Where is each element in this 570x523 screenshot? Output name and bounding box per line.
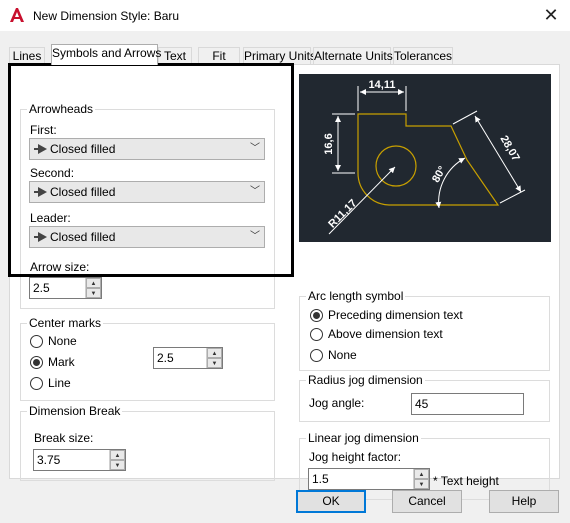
center-mark-size-value: 2.5 — [157, 351, 174, 365]
leader-label: Leader: — [30, 211, 71, 225]
dim-top-text: 14,11 — [369, 79, 396, 91]
radio-checked-icon — [310, 308, 323, 322]
arrow-size-value: 2.5 — [33, 281, 50, 295]
chevron-down-icon: ﹀ — [250, 143, 260, 154]
spin-up-icon[interactable]: ▲ — [86, 278, 101, 288]
first-label: First: — [30, 123, 57, 137]
second-arrowhead-select[interactable]: Closed filled ﹀ — [29, 181, 265, 203]
tab-alternate-units[interactable]: Alternate Units — [313, 47, 393, 65]
dimension-preview: 14,11 16,6 28,07 80° R11,17 — [299, 74, 551, 242]
tab-symbols-and-arrows[interactable]: Symbols and Arrows — [51, 44, 161, 65]
title-bar: New Dimension Style: Baru ✕ — [0, 0, 570, 31]
leader-arrowhead-select[interactable]: Closed filled ﹀ — [29, 226, 265, 248]
radio-checked-icon — [30, 355, 43, 369]
text-height-suffix: * Text height — [433, 474, 499, 488]
second-label: Second: — [30, 166, 75, 180]
jog-height-factor-label: Jog height factor: — [309, 450, 402, 464]
arc-preceding-radio[interactable]: Preceding dimension text — [310, 308, 463, 322]
spin-down-icon[interactable]: ▼ — [414, 479, 429, 489]
closed-filled-arrow-icon — [32, 182, 50, 202]
tab-tolerances[interactable]: Tolerances — [393, 47, 453, 65]
jog-angle-input[interactable]: 45 — [411, 393, 524, 415]
ok-button[interactable]: OK — [296, 490, 366, 513]
second-arrowhead-value: Closed filled — [50, 185, 116, 199]
radius-jog-title: Radius jog dimension — [306, 373, 425, 387]
radio-icon — [30, 376, 43, 390]
chevron-down-icon: ﹀ — [250, 186, 260, 197]
spin-down-icon[interactable]: ▼ — [110, 460, 125, 470]
closed-filled-arrow-icon — [32, 227, 50, 247]
preview-drawing: 14,11 16,6 28,07 80° R11,17 — [323, 79, 526, 235]
first-arrowhead-value: Closed filled — [50, 142, 116, 156]
arrowheads-title: Arrowheads — [27, 102, 96, 116]
jog-height-factor-value: 1.5 — [312, 472, 329, 486]
radio-icon — [310, 327, 323, 341]
dimension-break-title: Dimension Break — [27, 404, 123, 418]
tab-primary-units[interactable]: Primary Units — [243, 47, 316, 65]
spin-down-icon[interactable]: ▼ — [207, 358, 222, 368]
radio-icon — [30, 334, 43, 348]
cancel-button[interactable]: Cancel — [392, 490, 462, 513]
dim-radius-text: R11,17 — [326, 197, 359, 230]
spin-up-icon[interactable]: ▲ — [207, 348, 222, 358]
linear-jog-title: Linear jog dimension — [306, 431, 421, 445]
break-size-label: Break size: — [34, 431, 94, 445]
jog-height-factor-spinner[interactable]: 1.5 ▲ ▼ — [308, 468, 430, 490]
arc-above-radio[interactable]: Above dimension text — [310, 327, 443, 341]
tab-text[interactable]: Text — [158, 47, 192, 65]
dim-angle-text: 80° — [430, 164, 449, 184]
tab-fit[interactable]: Fit — [198, 47, 240, 65]
radio-icon — [310, 348, 323, 362]
closed-filled-arrow-icon — [32, 139, 50, 159]
spin-up-icon[interactable]: ▲ — [110, 450, 125, 460]
chevron-down-icon: ﹀ — [250, 231, 260, 242]
leader-arrowhead-value: Closed filled — [50, 230, 116, 244]
center-mark-none-radio[interactable]: None — [30, 334, 77, 348]
dim-left-text: 16,6 — [323, 133, 335, 154]
tab-lines[interactable]: Lines — [9, 47, 45, 65]
center-mark-line-radio[interactable]: Line — [30, 376, 71, 390]
window-title: New Dimension Style: Baru — [33, 9, 180, 23]
arrow-size-label: Arrow size: — [30, 260, 90, 274]
close-icon[interactable]: ✕ — [540, 4, 562, 26]
help-button[interactable]: Help — [489, 490, 559, 513]
arc-none-radio[interactable]: None — [310, 348, 357, 362]
jog-angle-label: Jog angle: — [309, 396, 365, 410]
center-mark-size-spinner[interactable]: 2.5 ▲ ▼ — [153, 347, 223, 369]
spin-down-icon[interactable]: ▼ — [86, 288, 101, 298]
center-mark-mark-radio[interactable]: Mark — [30, 355, 75, 369]
break-size-spinner[interactable]: 3.75 ▲ ▼ — [33, 449, 126, 471]
arrow-size-spinner[interactable]: 2.5 ▲ ▼ — [29, 277, 102, 299]
autocad-app-icon — [10, 8, 24, 22]
break-size-value: 3.75 — [37, 453, 61, 467]
spin-up-icon[interactable]: ▲ — [414, 469, 429, 479]
center-marks-title: Center marks — [27, 316, 104, 330]
arc-length-title: Arc length symbol — [306, 289, 406, 303]
first-arrowhead-select[interactable]: Closed filled ﹀ — [29, 138, 265, 160]
